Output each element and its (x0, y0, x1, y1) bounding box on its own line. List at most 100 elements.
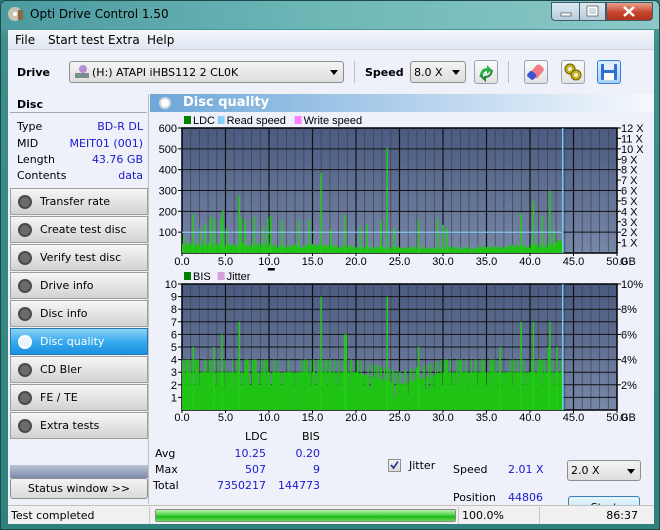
x-tick-label: 45.0 (563, 412, 584, 424)
ldc-spike (343, 214, 346, 253)
settings-icon (564, 63, 582, 81)
y2-tick-label: 7 X (621, 175, 638, 187)
ldc-spike (267, 217, 269, 253)
x-tick-label: 45.0 (563, 256, 584, 268)
y-tick-label: 2 (171, 380, 177, 392)
drive-select[interactable]: (H:) ATAPI iHBS112 2 CL0K (69, 61, 344, 83)
test-speed-value: 2.0 X (571, 464, 600, 477)
stats-row-label: Max (155, 463, 178, 476)
legend-marker (267, 268, 275, 271)
y-tick-label: 3 (171, 367, 177, 379)
stats-row-label: Total (153, 479, 179, 492)
disc-info-contents: Contents data (17, 169, 143, 185)
refresh-button[interactable] (474, 60, 498, 84)
close-button[interactable] (606, 2, 653, 21)
x-tick-label: 30.0 (432, 412, 453, 424)
disc-info-value: BD-R DL (97, 120, 143, 133)
bis-spike (532, 321, 535, 410)
disc-icon (18, 279, 32, 293)
x-tick-label: 25.0 (389, 412, 410, 424)
bis-spike (549, 321, 551, 410)
stats-total-ldc: 7350217 (217, 479, 266, 492)
bis-spike (238, 321, 241, 410)
ldc-spike (436, 218, 439, 253)
disc-icon (18, 363, 32, 377)
drive-icon (75, 65, 89, 78)
progress-percent: 100.0% (458, 507, 540, 524)
sidebar-item-label: Verify test disc (40, 251, 122, 264)
position-label: Position (453, 491, 496, 504)
menu-file[interactable]: File (15, 33, 35, 47)
chevron-down-icon (330, 70, 338, 75)
ldc-spike (238, 195, 241, 253)
sidebar-item-verify-test-disc[interactable]: Verify test disc (10, 244, 148, 271)
ldc-spike (541, 215, 543, 253)
ldc-spike (417, 219, 420, 253)
menu-help[interactable]: Help (147, 33, 174, 47)
disc-info-key: Contents (17, 169, 67, 182)
ldc-spike (281, 220, 283, 253)
ldc-spike (553, 230, 555, 253)
sidebar-item-transfer-rate[interactable]: Transfer rate (10, 188, 148, 215)
close-icon (623, 6, 635, 17)
status-window-button[interactable]: Status window >> (10, 478, 148, 499)
test-speed-select[interactable]: 2.0 X (567, 460, 641, 481)
progress-fill (156, 510, 455, 521)
bis-spike (213, 347, 215, 410)
sidebar-item-extra-tests[interactable]: Extra tests (10, 412, 148, 439)
stats-col-ldc: LDC (245, 430, 268, 443)
y-tick-label: 7 (171, 317, 177, 329)
ldc-spike (442, 224, 444, 253)
toolbar-separator (508, 61, 509, 83)
settings-button[interactable] (561, 60, 585, 84)
y2-tick-label: 9 X (621, 154, 638, 166)
ldc-spike (269, 215, 272, 253)
ldc-spike (220, 218, 222, 253)
minimize-button[interactable] (551, 2, 580, 21)
save-button[interactable] (597, 60, 621, 84)
menu-extra[interactable]: Extra (108, 33, 140, 47)
toolbar: Drive (H:) ATAPI iHBS112 2 CL0K Speed 8.… (8, 51, 654, 93)
y2-tick-label: 10% (621, 279, 643, 291)
sidebar-item-create-test-disc[interactable]: Create test disc (10, 216, 148, 243)
sidebar-item-cd-bler[interactable]: CD Bler (10, 356, 148, 383)
ldc-spike (297, 220, 300, 253)
x-tick-label: 20.0 (345, 256, 366, 268)
x-tick-label: 15.0 (302, 256, 323, 268)
chevron-down-icon (627, 469, 635, 474)
app-disc-icon (8, 7, 23, 21)
ldc-spike (213, 218, 215, 253)
ldc-spike (253, 216, 255, 253)
x-tick-label: 25.0 (389, 256, 410, 268)
x-tick-label: 20.0 (345, 412, 366, 424)
minimize-icon (560, 12, 572, 17)
bis-spike (520, 321, 522, 410)
y2-tick-label: 6 X (621, 186, 638, 198)
sidebar-item-disc-info[interactable]: Disc info (10, 300, 148, 327)
x-tick-label: 30.0 (432, 256, 453, 268)
disc-info-value: MEIT01 (001) (69, 137, 143, 150)
sidebar-item-disc-quality[interactable]: Disc quality (10, 328, 148, 355)
sidebar-item-fe-te[interactable]: FE / TE (10, 384, 148, 411)
stats-max-bis: 9 (313, 463, 320, 476)
y-tick-label: 400 (159, 165, 177, 177)
disc-info-value: data (118, 169, 143, 182)
sidebar-item-label: Disc info (40, 307, 88, 320)
sidebar-item-drive-info[interactable]: Drive info (10, 272, 148, 299)
jitter-checkbox[interactable] (388, 459, 401, 472)
legend-label: Jitter (227, 271, 251, 283)
x-tick-label: 0.0 (174, 412, 189, 424)
bis-spike (320, 296, 322, 410)
speed-select[interactable]: 8.0 X (410, 61, 466, 83)
drive-label: Drive (17, 66, 50, 79)
menu-start-test[interactable]: Start test (48, 33, 104, 47)
disc-header: Disc (10, 96, 147, 113)
bis-spike (386, 296, 388, 410)
ldc-spike (182, 236, 185, 253)
maximize-button[interactable] (579, 2, 606, 21)
erase-button[interactable] (524, 60, 548, 84)
y-tick-label: 100 (159, 227, 177, 239)
stats-avg-ldc: 10.25 (234, 447, 267, 460)
ldc-spike (366, 223, 368, 253)
ldc-spike (549, 190, 551, 253)
